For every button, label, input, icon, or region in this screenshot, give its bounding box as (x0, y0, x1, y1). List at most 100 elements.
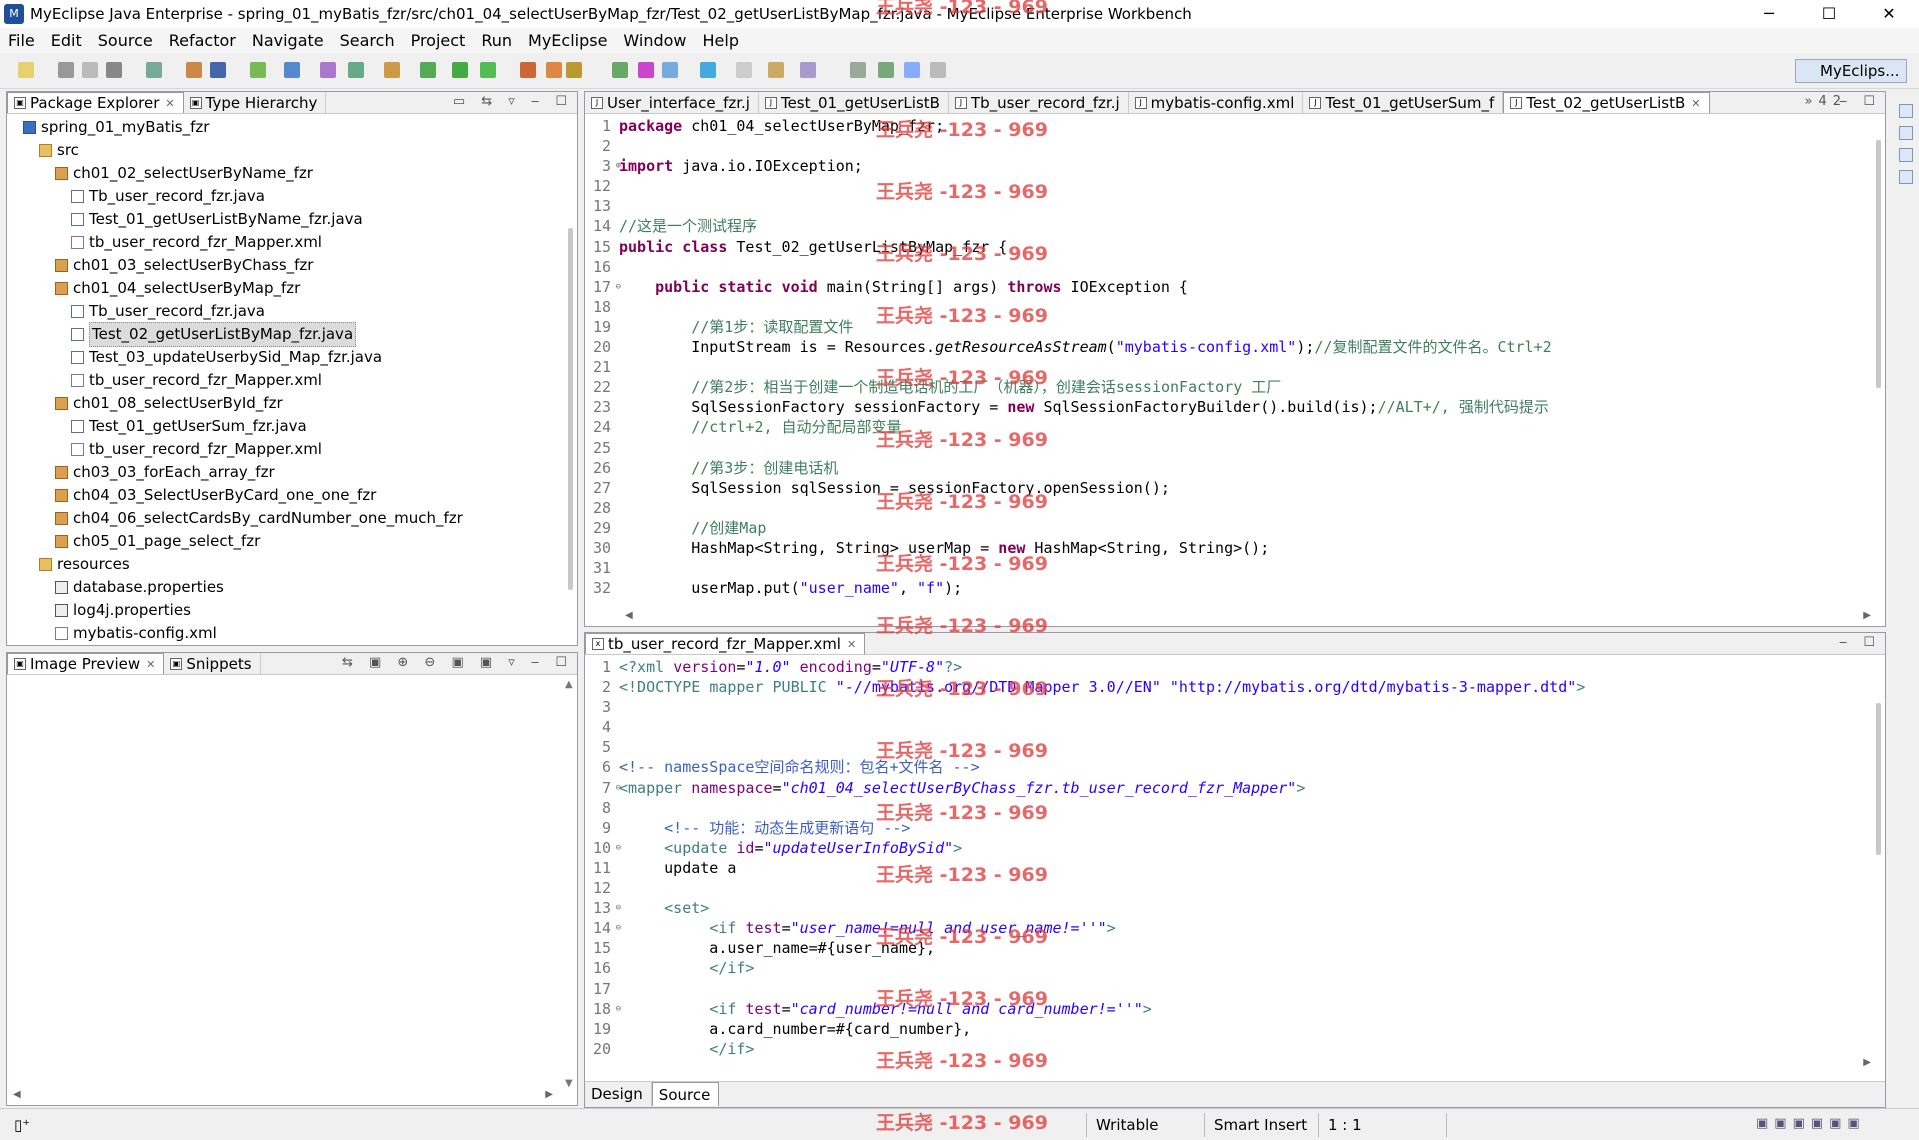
tree-item[interactable]: ch01_08_selectUserById_fzr (7, 392, 561, 415)
outline-icon[interactable] (1899, 104, 1913, 118)
xml-line[interactable]: 2 <!DOCTYPE mapper PUBLIC "-//mybatis.org… (585, 677, 1869, 697)
tree-item[interactable]: ch04_06_selectCardsBy_cardNumber_one_muc… (7, 507, 561, 530)
tab-editor-0[interactable]: J User_interface_fzr.j (585, 92, 759, 113)
toolbar-action-23-icon[interactable] (736, 62, 752, 78)
tab-source[interactable]: Source (651, 1082, 720, 1106)
toolbar-action-24-icon[interactable] (768, 62, 784, 78)
tree-item[interactable]: tb_user_record_fzr_Mapper.xml (7, 438, 561, 461)
tree-item[interactable]: src (7, 139, 561, 162)
toolbar-action-18-icon[interactable] (566, 62, 582, 78)
xml-line[interactable]: 19 a.card_number=#{card_number}, (585, 1019, 1869, 1039)
java-line[interactable]: 26 //第3步：创建电话机 (585, 458, 1869, 478)
tree-item[interactable]: tb_user_record_fzr_Mapper.xml (7, 231, 561, 254)
view-menu-controls[interactable]: ▭ ⇆ ▿ ‒ ☐ (453, 94, 573, 109)
tab-preview-1[interactable]: ▣ Snippets (164, 653, 261, 674)
xml-line[interactable]: 20 </if> (585, 1039, 1869, 1059)
toolbar-action-9-icon[interactable] (284, 62, 300, 78)
menu-search[interactable]: Search (332, 31, 403, 50)
menu-source[interactable]: Source (90, 31, 161, 50)
xml-line[interactable]: 10 ⊖ <update id="updateUserInfoBySid"> (585, 838, 1869, 858)
java-line[interactable]: 25 (585, 438, 1869, 458)
tree-item[interactable]: ch01_02_selectUserByName_fzr (7, 162, 561, 185)
toolbar-action-4-icon[interactable] (106, 62, 122, 78)
toolbar-action-15-icon[interactable] (480, 62, 496, 78)
menu-file[interactable]: File (0, 31, 43, 50)
tree-item[interactable]: Tb_user_record_fzr.java (7, 300, 561, 323)
java-editor-hscrollbar[interactable]: ◀ ▶ (625, 610, 1871, 624)
tab-xml-mapper[interactable]: x tb_user_record_fzr_Mapper.xml ✕ (585, 633, 866, 654)
tree-item[interactable]: tb_user_record_fzr_Mapper.xml (7, 369, 561, 392)
java-line[interactable]: 32 userMap.put("user_name", "f"); (585, 578, 1869, 598)
fast-view-icon[interactable]: ▯⁺ (14, 1116, 30, 1134)
tree-item[interactable]: Test_02_getUserListByMap_fzr.java (7, 322, 561, 347)
toolbar-action-17-icon[interactable] (546, 62, 562, 78)
xml-line[interactable]: 6 <!-- namesSpace空间命名规则：包名+文件名 --> (585, 757, 1869, 777)
tab-design[interactable]: Design (585, 1082, 652, 1106)
fold-toggle-icon[interactable]: ⊖ (616, 277, 621, 297)
menu-project[interactable]: Project (403, 31, 474, 50)
tree-item[interactable]: Test_01_getUserListByName_fzr.java (7, 208, 561, 231)
java-line[interactable]: 31 (585, 558, 1869, 578)
java-line[interactable]: 19 //第1步：读取配置文件 (585, 317, 1869, 337)
tab-preview-0[interactable]: ▣ Image Preview ✕ (7, 653, 165, 674)
toolbar-action-19-icon[interactable] (612, 62, 628, 78)
tree-item[interactable]: log4j.properties (7, 599, 561, 622)
java-line[interactable]: 16 (585, 257, 1869, 277)
tab-editor-1[interactable]: J Test_01_getUserListB (759, 92, 949, 113)
toolbar-action-13-icon[interactable] (420, 62, 436, 78)
toolbar-action-25-icon[interactable] (800, 62, 816, 78)
tree-item[interactable]: ch01_03_selectUserByChass_fzr (7, 254, 561, 277)
toolbar-action-2-icon[interactable] (58, 62, 74, 78)
restore-icon[interactable] (1899, 148, 1913, 162)
editor-view-controls[interactable]: ‒ ☐ (1839, 94, 1881, 109)
java-line[interactable]: 2 (585, 136, 1869, 156)
java-line[interactable]: 14 //这是一个测试程序 (585, 216, 1869, 236)
java-line[interactable]: 23 SqlSessionFactory sessionFactory = ne… (585, 397, 1869, 417)
close-button[interactable]: ✕ (1859, 0, 1919, 28)
toolbar-action-14-icon[interactable] (452, 62, 468, 78)
tree-item[interactable]: ch03_03_forEach_array_fzr (7, 461, 561, 484)
tab-explorer-0[interactable]: ▣ Package Explorer ✕ (7, 92, 184, 113)
toolbar-action-8-icon[interactable] (250, 62, 266, 78)
help-icon[interactable] (1899, 170, 1913, 184)
toolbar-action-29-icon[interactable] (930, 62, 946, 78)
toolbar-action-12-icon[interactable] (384, 62, 400, 78)
java-line[interactable]: 22 //第2步：相当于创建一个制造电话机的工厂（机器），创建会话session… (585, 377, 1869, 397)
tab-explorer-1[interactable]: ▣ Type Hierarchy (184, 92, 327, 113)
close-icon[interactable]: ✕ (146, 658, 155, 671)
tab-editor-3[interactable]: Jmybatis-config.xml (1129, 92, 1304, 113)
fold-toggle-icon[interactable]: ⊖ (616, 778, 621, 798)
menu-refactor[interactable]: Refactor (161, 31, 244, 50)
tab-editor-2[interactable]: J Tb_user_record_fzr.j (949, 92, 1129, 113)
explorer-scrollbar[interactable] (563, 116, 577, 645)
xml-line[interactable]: 1 <?xml version="1.0" encoding="UTF-8"?> (585, 657, 1869, 677)
tree-item[interactable]: database.properties (7, 576, 561, 599)
java-line[interactable]: 30 HashMap<String, String> userMap = new… (585, 538, 1869, 558)
tree-item[interactable]: Test_03_updateUserbySid_Map_fzr.java (7, 346, 561, 369)
java-line[interactable]: 1 package ch01_04_selectUserByMap_fzr; (585, 116, 1869, 136)
tab-editor-4[interactable]: J Test_01_getUserSum_f (1303, 92, 1504, 113)
fold-toggle-icon[interactable]: ⊖ (616, 999, 621, 1019)
toolbar-action-28-icon[interactable] (904, 62, 920, 78)
java-line[interactable]: 15 public class Test_02_getUserListByMap_… (585, 237, 1869, 257)
toolbar-action-1-icon[interactable] (18, 62, 34, 78)
toolbar-action-22-icon[interactable] (700, 62, 716, 78)
java-line[interactable]: 17 ⊖ public static void main(String[] arg… (585, 277, 1869, 297)
close-icon[interactable]: ✕ (165, 97, 174, 110)
toolbar-action-26-icon[interactable] (850, 62, 866, 78)
menu-edit[interactable]: Edit (43, 31, 90, 50)
xml-line[interactable]: 18 ⊖ <if test="card_number!=null and card… (585, 999, 1869, 1019)
tree-item[interactable]: Tb_user_record_fzr.java (7, 185, 561, 208)
xml-line[interactable]: 5 (585, 737, 1869, 757)
java-line[interactable]: 18 (585, 297, 1869, 317)
xml-line[interactable]: 9 <!-- 功能：动态生成更新语句 --> (585, 818, 1869, 838)
status-tray-icons[interactable]: ▣▣▣▣▣▣ (1756, 1116, 1866, 1131)
fold-toggle-icon[interactable]: ⊖ (616, 918, 621, 938)
tree-item[interactable]: ch01_04_selectUserByMap_fzr (7, 277, 561, 300)
toolbar-action-7-icon[interactable] (210, 62, 226, 78)
menu-navigate[interactable]: Navigate (244, 31, 332, 50)
java-line[interactable]: 20 InputStream is = Resources.getResourc… (585, 337, 1869, 357)
java-editor-scrollbar[interactable] (1871, 116, 1885, 610)
close-icon[interactable]: ✕ (1691, 97, 1700, 110)
xml-line[interactable]: 13 ⊖ <set> (585, 898, 1869, 918)
